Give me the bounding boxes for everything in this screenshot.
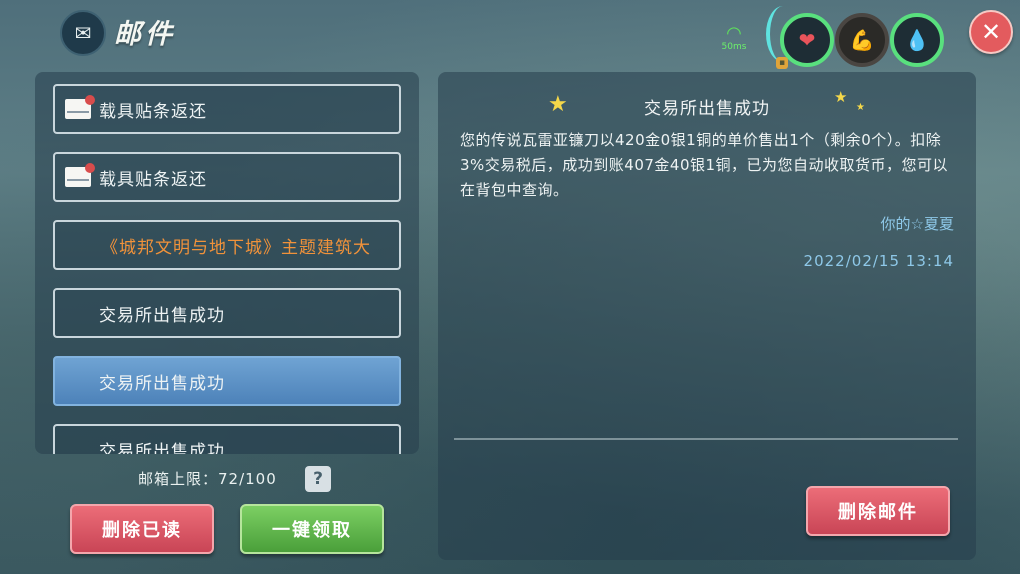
mail-item-label: 载具贴条返还 <box>99 101 207 122</box>
mail-item-label: 《城邦文明与地下城》主题建筑大 <box>101 237 371 258</box>
star-icon: ★ <box>834 88 848 106</box>
divider <box>454 438 958 440</box>
mail-detail-body: 您的传说瓦雷亚镰刀以420金0银1铜的单价售出1个（剩余0个）。扣除3%交易税后… <box>460 131 949 199</box>
wifi-icon: ◠ <box>726 23 742 44</box>
stamina-icon[interactable]: 💪 <box>835 13 889 67</box>
mail-item-selected[interactable]: 交易所出售成功 <box>53 356 401 406</box>
mail-item[interactable]: 交易所出售成功 <box>53 424 401 454</box>
mail-item[interactable]: 载具贴条返还 <box>53 84 401 134</box>
mail-sender: 你的☆夏夏 <box>880 215 954 233</box>
shield-icon: ▪ <box>776 57 788 69</box>
star-icon: ★ <box>856 102 865 113</box>
delete-mail-button[interactable]: 删除邮件 <box>806 486 950 536</box>
heart-icon[interactable]: ❤ ▪ <box>776 13 834 69</box>
mailbox-capacity: 邮箱上限：72/100 <box>138 470 277 488</box>
mail-item[interactable]: 载具贴条返还 <box>53 152 401 202</box>
mail-detail-title: 交易所出售成功 <box>644 99 770 119</box>
close-button[interactable]: ✕ <box>969 10 1013 54</box>
envelope-icon <box>65 163 95 187</box>
delete-read-button[interactable]: 删除已读 <box>70 504 214 554</box>
water-drop-icon[interactable]: 💧 <box>890 13 944 67</box>
envelope-icon <box>65 95 95 119</box>
mailbox-icon: ✉ <box>60 10 106 56</box>
claim-all-button[interactable]: 一键领取 <box>240 504 384 554</box>
close-icon: ✕ <box>980 18 1002 46</box>
mail-item[interactable]: 交易所出售成功 <box>53 288 401 338</box>
mail-item-label: 交易所出售成功 <box>99 441 225 455</box>
mail-detail-panel: ★ 交易所出售成功 ★ ★ 您的传说瓦雷亚镰刀以420金0银1铜的单价售出1个（… <box>438 72 976 560</box>
mail-item[interactable]: 《城邦文明与地下城》主题建筑大 <box>53 220 401 270</box>
header: ✉ 邮件 ◠ 50ms ❤ ▪ 💪 💧 ✕ <box>0 0 1020 69</box>
mail-item-label: 交易所出售成功 <box>99 373 225 394</box>
network-indicator: ◠ 50ms <box>718 23 750 56</box>
mail-date: 2022/02/15 13:14 <box>803 252 954 270</box>
mail-item-label: 载具贴条返还 <box>99 169 207 190</box>
mail-list-panel[interactable]: 载具贴条返还 载具贴条返还 《城邦文明与地下城》主题建筑大 交易所出售成功 交易… <box>35 72 419 454</box>
page-title: 邮件 <box>114 19 176 50</box>
ping-text: 50ms <box>721 42 747 52</box>
mail-item-label: 交易所出售成功 <box>99 305 225 326</box>
help-button[interactable]: ? <box>305 466 331 492</box>
